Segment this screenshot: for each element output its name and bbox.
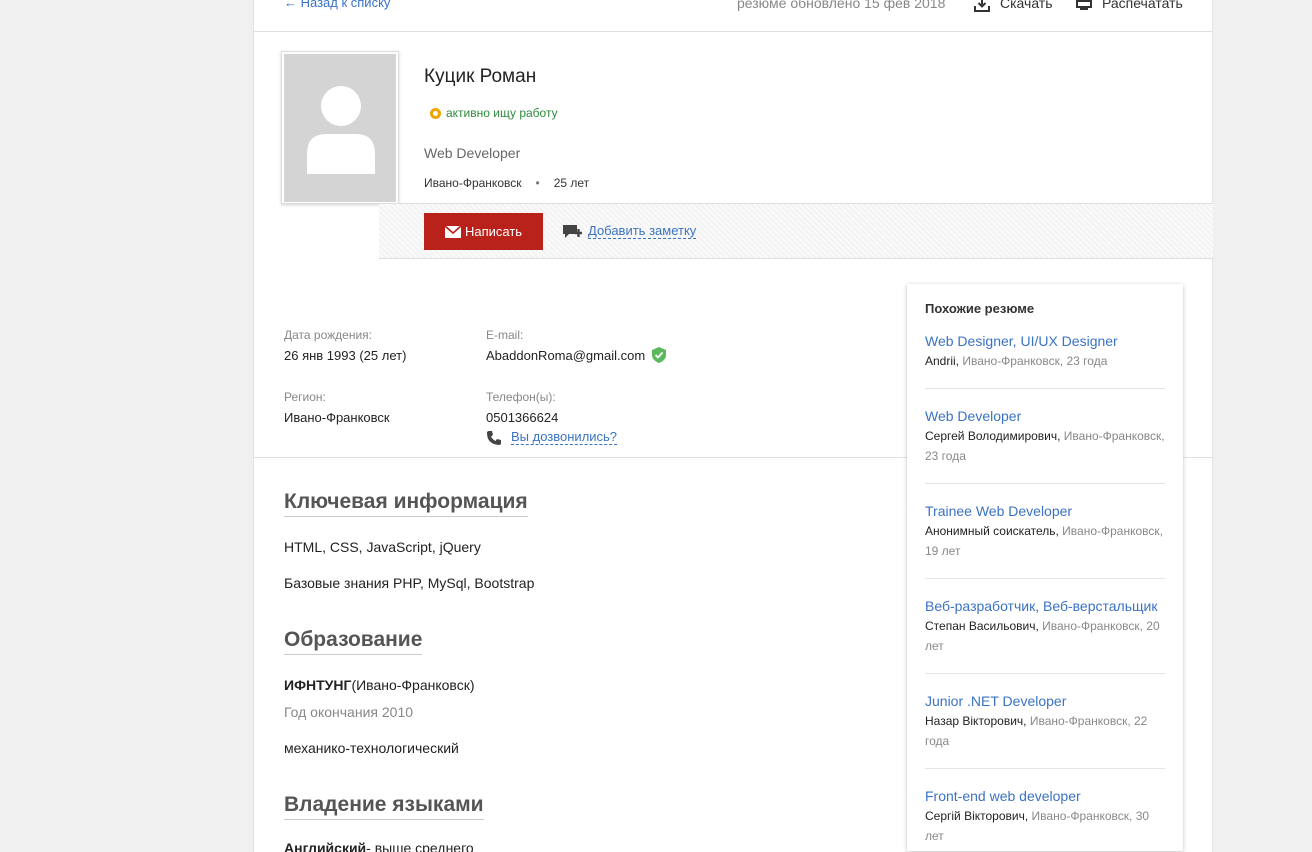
education-school-row: ИФНТУНГ(Ивано-Франковск) (284, 677, 475, 693)
candidate-city: Ивано-Франковск (424, 176, 522, 190)
download-icon (974, 0, 990, 12)
phone-value[interactable]: 0501366624 (486, 410, 558, 425)
key-info-line: HTML, CSS, JavaScript, jQuery (284, 539, 481, 555)
similar-resume-meta: Анонимный соискатель, Ивано-Франковск, 1… (925, 521, 1165, 561)
similar-resume-item: Веб-разработчик, Веб-верстальщик Степан … (925, 596, 1165, 674)
download-button[interactable]: Скачать (974, 0, 1053, 12)
similar-resume-item: Junior .NET Developer Назар Вікторович, … (925, 691, 1165, 769)
similar-resume-link[interactable]: Web Developer (925, 406, 1165, 426)
key-info-line: Базовые знания PHP, MySql, Bootstrap (284, 575, 535, 591)
back-to-list-link[interactable]: ← Назад к списку (284, 0, 390, 10)
similar-resume-link[interactable]: Веб-разработчик, Веб-верстальщик (925, 596, 1165, 616)
faculty: механико-технологический (284, 740, 459, 756)
status-dot-icon (430, 107, 441, 119)
language-row: Английский- выше среднего (284, 840, 474, 852)
similar-resume-link[interactable]: Front-end web developer (925, 786, 1165, 806)
similar-resume-meta: Сергій Вікторович, Ивано-Франковск, 30 л… (925, 806, 1165, 846)
birth-date-label: Дата рождения: (284, 328, 372, 342)
similar-resume-link[interactable]: Junior .NET Developer (925, 691, 1165, 711)
education-title: Образование (284, 628, 423, 655)
similar-resumes-title: Похожие резюме (925, 301, 1035, 316)
similar-resume-meta: Andrii, Ивано-Франковск, 23 года (925, 351, 1165, 371)
avatar (281, 51, 399, 204)
top-bar: ← Назад к списку резюме обновлено 15 фев… (254, 0, 1212, 32)
similar-resume-person: Степан Васильович, (925, 619, 1039, 633)
phone-label: Телефон(ы): (486, 390, 556, 404)
phone-icon (487, 431, 501, 445)
email-label: E-mail: (486, 328, 524, 342)
candidate-meta: Ивано-Франковск • 25 лет (424, 176, 589, 190)
similar-resume-item: Web Designer, UI/UX Designer Andrii, Ива… (925, 331, 1165, 389)
similar-resume-item: Web Developer Сергей Володимирович, Иван… (925, 406, 1165, 484)
key-info-title: Ключевая информация (284, 490, 528, 517)
similar-resume-person: Анонимный соискатель, (925, 524, 1059, 538)
meta-separator: • (535, 176, 540, 190)
email-value[interactable]: AbaddonRoma@gmail.com (486, 348, 645, 363)
similar-resume-item: Front-end web developer Сергій Вікторови… (925, 786, 1165, 852)
add-note-link[interactable]: Добавить заметку (563, 223, 697, 239)
similar-resumes-panel: Похожие резюме Web Designer, UI/UX Desig… (907, 284, 1183, 851)
status-label: активно ищу работу (446, 106, 558, 120)
candidate-age: 25 лет (553, 176, 590, 190)
language-level: - выше среднего (366, 840, 474, 852)
school-name: ИФНТУНГ (284, 677, 352, 693)
languages-title: Владение языками (284, 793, 484, 820)
similar-resume-meta: Назар Вікторович, Ивано-Франковск, 22 го… (925, 711, 1165, 751)
print-button[interactable]: Распечатать (1076, 0, 1183, 11)
similar-resume-person: Сергей Володимирович, (925, 429, 1061, 443)
birth-date-value: 26 янв 1993 (25 лет) (284, 348, 407, 363)
school-city: (Ивано-Франковск) (351, 677, 475, 693)
similar-resume-item: Trainee Web Developer Анонимный соискате… (925, 501, 1165, 579)
similar-resume-person: Andrii, (925, 354, 960, 368)
candidate-name: Куцик Роман (424, 66, 537, 87)
verified-shield-icon (652, 347, 666, 363)
user-silhouette-icon (307, 86, 375, 174)
similar-resume-details: Ивано-Франковск, 23 года (959, 354, 1108, 368)
add-note-icon (563, 225, 582, 238)
graduation-year: Год окончания 2010 (284, 704, 414, 720)
envelope-icon (444, 225, 461, 238)
action-strip: Написать Добавить заметку (379, 203, 1213, 259)
language-name: Английский (284, 840, 367, 852)
similar-resume-meta: Степан Васильович, Ивано-Франковск, 20 л… (925, 616, 1165, 656)
download-label: Скачать (1000, 0, 1053, 11)
did-you-call-link[interactable]: Вы дозвонились? (511, 430, 618, 445)
region-label: Регион: (284, 390, 326, 404)
job-search-status: активно ищу работу (430, 106, 558, 120)
region-value: Ивано-Франковск (284, 410, 390, 425)
write-message-button[interactable]: Написать (424, 213, 543, 250)
similar-resume-person: Назар Вікторович, (925, 714, 1027, 728)
add-note-label: Добавить заметку (588, 223, 697, 239)
printer-icon (1076, 0, 1092, 10)
similar-resume-person: Сергій Вікторович, (925, 809, 1029, 823)
write-label: Написать (464, 224, 523, 239)
desired-position: Web Developer (424, 145, 521, 161)
similar-resume-link[interactable]: Web Designer, UI/UX Designer (925, 331, 1165, 351)
updated-date: резюме обновлено 15 фев 2018 (737, 0, 946, 11)
similar-resume-link[interactable]: Trainee Web Developer (925, 501, 1165, 521)
print-label: Распечатать (1102, 0, 1183, 11)
similar-resume-meta: Сергей Володимирович, Ивано-Франковск, 2… (925, 426, 1165, 466)
avatar-placeholder (284, 54, 396, 202)
